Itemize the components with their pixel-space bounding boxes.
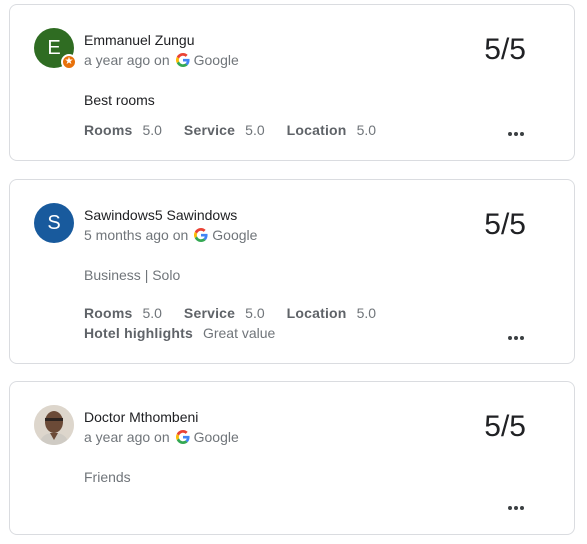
more-horizontal-icon[interactable] (506, 500, 526, 516)
rating-label-location: Location (286, 122, 347, 138)
rating-value-service: 5.0 (245, 305, 265, 321)
rating-value-rooms: 5.0 (142, 122, 162, 138)
google-g-icon (175, 430, 190, 444)
rating-label-service: Service (183, 305, 236, 321)
reviewer-name[interactable]: Emmanuel Zungu (84, 32, 195, 48)
more-horizontal-icon[interactable] (506, 330, 526, 346)
rating-label-rooms: Rooms (84, 122, 133, 138)
highlights-label: Hotel highlights (84, 325, 193, 341)
more-horizontal-icon[interactable] (506, 126, 526, 142)
rating-value-location: 5.0 (356, 122, 377, 138)
review-card: E ★ Emmanuel Zungu a year ago on Google … (9, 4, 575, 161)
local-guide-star-icon: ★ (61, 54, 77, 70)
avatar[interactable]: E ★ (34, 28, 77, 70)
rating-label-rooms: Rooms (84, 305, 133, 321)
trip-type: Business | Solo (84, 267, 181, 283)
review-source[interactable]: Google (212, 227, 257, 243)
reviewer-name[interactable]: Doctor Mthombeni (84, 409, 198, 425)
hotel-highlights: Hotel highlights Great value (84, 325, 297, 341)
sub-ratings: Rooms 5.0 Service 5.0 Location 5.0 (84, 122, 398, 138)
review-time: a year ago on (84, 429, 170, 445)
review-text: Best rooms (84, 92, 155, 108)
rating-value-location: 5.0 (356, 305, 377, 321)
rating-value-rooms: 5.0 (142, 305, 162, 321)
reviewer-name[interactable]: Sawindows5 Sawindows (84, 207, 237, 223)
review-meta: 5 months ago on Google (84, 227, 257, 243)
review-time: 5 months ago on (84, 227, 189, 243)
rating-value-service: 5.0 (245, 122, 265, 138)
review-card: Doctor Mthombeni a year ago on Google 5/… (9, 381, 575, 535)
review-source[interactable]: Google (194, 429, 239, 445)
review-meta: a year ago on Google (84, 52, 239, 68)
review-meta: a year ago on Google (84, 429, 239, 445)
review-score: 5/5 (484, 208, 526, 241)
rating-label-service: Service (183, 122, 236, 138)
person-photo-icon[interactable] (34, 405, 74, 445)
google-g-icon (175, 53, 190, 67)
trip-type: Friends (84, 469, 131, 485)
google-g-icon (194, 228, 208, 242)
sub-ratings: Rooms 5.0 Service 5.0 Location 5.0 (84, 305, 398, 321)
review-score: 5/5 (484, 33, 526, 66)
review-score: 5/5 (484, 410, 526, 443)
review-source[interactable]: Google (194, 52, 239, 68)
rating-label-location: Location (286, 305, 347, 321)
highlights-value: Great value (202, 325, 276, 341)
avatar[interactable]: S (34, 203, 74, 243)
review-card: S Sawindows5 Sawindows 5 months ago on G… (9, 179, 575, 364)
review-time: a year ago on (84, 52, 170, 68)
